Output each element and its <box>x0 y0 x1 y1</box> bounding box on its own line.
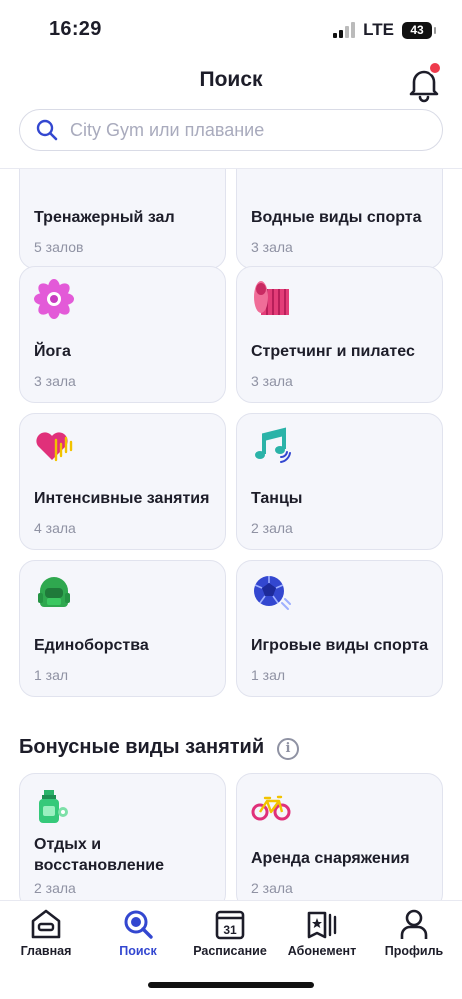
heart-pulse-icon <box>36 432 73 462</box>
category-count: 2 зала <box>251 520 293 536</box>
category-count: 1 зал <box>34 667 69 683</box>
category-count: 2 зала <box>34 880 76 896</box>
category-card-intensive[interactable]: Интенсивные занятия 4 зала <box>19 413 226 550</box>
search-icon <box>36 119 58 141</box>
info-icon[interactable]: i <box>277 738 299 760</box>
tab-label: Профиль <box>384 944 444 958</box>
notification-badge <box>428 61 442 75</box>
category-title: Интенсивные занятия <box>34 490 210 507</box>
category-count: 3 зала <box>251 373 293 389</box>
calendar-icon: 31 <box>215 910 245 940</box>
category-title: Стретчинг и пилатес <box>251 343 415 360</box>
home-icon <box>31 909 61 939</box>
tab-membership[interactable]: Абонемент <box>277 907 367 967</box>
page-title: Поиск <box>199 68 263 91</box>
category-title: Водные виды спорта <box>251 209 422 226</box>
search-icon <box>124 910 153 939</box>
category-title: Единоборства <box>34 637 149 654</box>
search-input[interactable] <box>70 119 410 141</box>
tab-label: Абонемент <box>287 944 357 958</box>
bonus-card-equipment-rental[interactable]: Аренда снаряжения 2 зала <box>236 773 443 900</box>
category-card-yoga[interactable]: Йога 3 зала <box>19 266 226 403</box>
category-count: 4 зала <box>34 520 76 536</box>
tab-profile[interactable]: Профиль <box>369 907 459 967</box>
category-card-dance[interactable]: Танцы 2 зала <box>236 413 443 550</box>
profile-icon <box>400 909 428 939</box>
tab-schedule[interactable]: 31 Расписание <box>185 907 275 967</box>
tab-label: Поиск <box>119 944 157 958</box>
spa-bottle-icon <box>39 790 68 823</box>
tab-label: Расписание <box>193 944 267 958</box>
music-note-icon <box>255 427 291 463</box>
network-type: LTE <box>363 20 394 39</box>
calendar-day: 31 <box>223 923 237 937</box>
bonus-section-title: Бонусные виды занятий <box>19 736 265 758</box>
category-title: Аренда снаряжения <box>251 850 410 867</box>
boxing-helmet-icon <box>38 577 70 607</box>
category-count: 3 зала <box>251 239 293 255</box>
category-count: 2 зала <box>251 880 293 896</box>
category-title: Тренажерный зал <box>34 209 175 226</box>
home-indicator <box>148 982 314 988</box>
category-card-martial-arts[interactable]: Единоборства 1 зал <box>19 560 226 697</box>
search-bar[interactable] <box>19 109 443 151</box>
signal-icon <box>333 22 356 38</box>
category-card-ball-sports[interactable]: Игровые виды спорта 1 зал <box>236 560 443 697</box>
category-count: 5 залов <box>34 239 84 255</box>
bonus-card-recovery[interactable]: Отдых и восстановление 2 зала <box>19 773 226 900</box>
membership-card-icon <box>307 911 337 939</box>
tab-search[interactable]: Поиск <box>93 907 183 967</box>
category-title: Танцы <box>251 490 303 507</box>
lotus-icon <box>34 279 74 319</box>
status-time: 16:29 <box>49 18 102 40</box>
status-bar: 16:29 LTE 43 <box>0 0 462 60</box>
bicycle-icon <box>251 795 291 821</box>
category-title: Отдых и восстановление <box>34 836 165 874</box>
category-card-gym[interactable]: Тренажерный зал 5 залов <box>19 169 226 269</box>
category-list[interactable]: Тренажерный зал 5 залов Водные виды спор… <box>0 169 462 900</box>
category-count: 1 зал <box>251 667 286 683</box>
yoga-mat-icon <box>254 281 289 315</box>
tab-label: Главная <box>20 944 72 958</box>
category-card-stretching[interactable]: Стретчинг и пилатес 3 зала <box>236 266 443 403</box>
category-title: Йога <box>34 343 71 360</box>
ball-icon <box>254 576 291 610</box>
category-card-water[interactable]: Водные виды спорта 3 зала <box>236 169 443 269</box>
category-title: Игровые виды спорта <box>251 637 429 654</box>
tab-home[interactable]: Главная <box>1 907 91 967</box>
battery-icon: 43 <box>402 21 436 39</box>
status-indicators: LTE 43 <box>333 20 436 40</box>
category-count: 3 зала <box>34 373 76 389</box>
